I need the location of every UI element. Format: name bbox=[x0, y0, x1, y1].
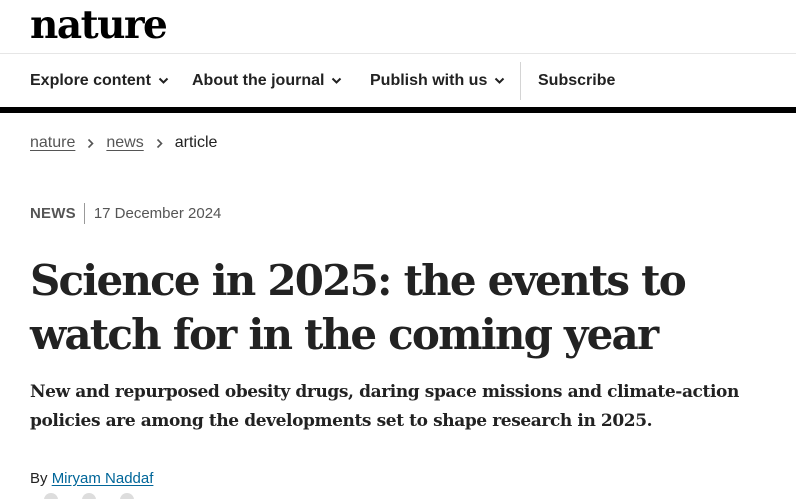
chevron-down-icon bbox=[331, 77, 342, 85]
article-title: Science in 2025: the events to watch for… bbox=[30, 256, 687, 359]
nav-explore-content[interactable]: Explore content bbox=[30, 54, 169, 108]
nav-about-the-journal[interactable]: About the journal bbox=[192, 54, 342, 108]
author-icon[interactable] bbox=[44, 493, 58, 499]
breadcrumb: nature news article bbox=[30, 132, 217, 154]
chevron-right-icon bbox=[87, 138, 95, 149]
nature-logo[interactable]: nature bbox=[30, 2, 168, 48]
main-navigation: Explore content About the journal Publis… bbox=[0, 54, 796, 108]
breadcrumb-current: article bbox=[174, 134, 218, 151]
author-icons bbox=[44, 493, 134, 499]
nav-about-the-journal-label: About the journal bbox=[192, 72, 325, 89]
author-icon[interactable] bbox=[82, 493, 96, 499]
article-type-label: NEWS bbox=[30, 204, 76, 222]
masthead: nature bbox=[0, 0, 796, 54]
breadcrumb-news-link[interactable]: news bbox=[106, 134, 143, 152]
chevron-right-icon bbox=[156, 138, 163, 149]
article-meta: NEWS 17 December 2024 bbox=[30, 202, 221, 224]
byline: By Miryam Naddaf bbox=[30, 470, 153, 487]
author-icon[interactable] bbox=[120, 493, 134, 499]
nav-publish-with-us[interactable]: Publish with us bbox=[370, 54, 505, 108]
header-rule bbox=[0, 107, 796, 113]
nav-publish-with-us-label: Publish with us bbox=[370, 72, 488, 89]
chevron-down-icon bbox=[494, 77, 505, 85]
author-link[interactable]: Miryam Naddaf bbox=[52, 470, 154, 487]
byline-prefix: By bbox=[30, 470, 48, 487]
nav-explore-content-label: Explore content bbox=[30, 72, 151, 89]
subscribe-link[interactable]: Subscribe bbox=[538, 54, 615, 108]
article-standfirst: New and repurposed obesity drugs, daring… bbox=[30, 382, 739, 431]
breadcrumb-nature-link[interactable]: nature bbox=[30, 134, 75, 152]
publication-date: 17 December 2024 bbox=[93, 204, 222, 222]
meta-divider bbox=[83, 202, 85, 224]
chevron-down-icon bbox=[158, 77, 169, 85]
nav-divider bbox=[520, 62, 521, 100]
